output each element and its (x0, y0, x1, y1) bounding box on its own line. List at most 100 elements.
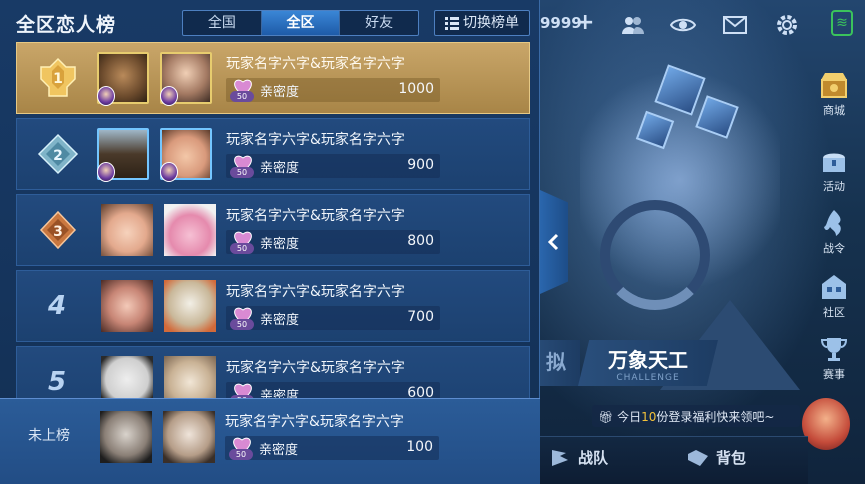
intimacy-bar: 50 亲密度 100 (225, 436, 439, 460)
mail-icon[interactable] (722, 12, 748, 38)
shop-icon (819, 70, 849, 100)
team-label: 战队 (578, 449, 609, 467)
gear-icon[interactable] (774, 12, 800, 38)
rank-number: 1 (53, 71, 63, 87)
login-reward-notice[interactable]: 🎁︎ 今日10份登录福利快来领吧~ (592, 405, 800, 427)
leaderboard-row-2[interactable]: 2 玩家名字六字&玩家名字六字 50 亲密度 900 (16, 118, 530, 190)
tab-region[interactable]: 全区 (261, 11, 341, 35)
sidebar-item-community[interactable]: 社区 (808, 272, 860, 328)
intimacy-value: 100 (406, 439, 433, 455)
team-flag-icon (552, 449, 568, 466)
sidebar-item-label: 社区 (823, 306, 845, 319)
avatar[interactable] (160, 52, 212, 106)
intimacy-label: 亲密度 (260, 237, 300, 252)
avatar-mini (97, 86, 115, 106)
avatar-mini (97, 162, 115, 182)
wifi-icon: ≋ (831, 10, 853, 36)
avatar[interactable] (100, 411, 152, 463)
intimacy-value: 900 (407, 157, 434, 173)
sidebar-item-label: 活动 (823, 180, 845, 193)
chevron-left-icon (547, 233, 559, 251)
rank-number: 3 (53, 224, 63, 240)
intimacy-label: 亲密度 (260, 161, 300, 176)
activity-chest-icon (819, 146, 849, 176)
rank-number: 5 (47, 367, 67, 397)
challenge-banner[interactable]: 万象天工 CHALLENGE (578, 340, 718, 386)
rank-number: 4 (47, 291, 67, 321)
switch-label: 切换榜单 (463, 15, 519, 31)
heart-level: 50 (230, 243, 254, 254)
couple-names: 玩家名字六字&玩家名字六字 (226, 56, 405, 72)
avatar[interactable] (101, 280, 153, 332)
sidebar-item-battle-pass[interactable]: 战令 (808, 208, 860, 264)
community-icon (819, 272, 849, 302)
my-rank-row[interactable]: 未上榜 玩家名字六字&玩家名字六字 50 亲密度 100 (0, 398, 540, 484)
bag-button[interactable]: 背包 (686, 447, 746, 468)
avatar[interactable] (101, 204, 153, 256)
collapse-panel-button[interactable] (540, 190, 568, 294)
event-banner-partial[interactable]: 拟 (540, 340, 580, 386)
notice-highlight: 10 (641, 410, 657, 424)
leaderboard-row-3[interactable]: 3 玩家名字六字&玩家名字六字 50 亲密度 800 (16, 194, 530, 266)
intimacy-bar: 50 亲密度 800 (226, 230, 440, 254)
leaderboard-row-4[interactable]: 4 玩家名字六字&玩家名字六字 50 亲密度 700 (16, 270, 530, 342)
eye-icon[interactable] (670, 12, 696, 38)
intimacy-label: 亲密度 (260, 85, 300, 100)
battle-pass-icon (819, 208, 849, 238)
couple-names: 玩家名字六字&玩家名字六字 (226, 208, 405, 224)
avatar-mini (160, 162, 178, 182)
bag-label: 背包 (716, 449, 747, 467)
not-ranked-label: 未上榜 (28, 428, 70, 444)
friends-icon[interactable] (620, 12, 646, 38)
sidebar-item-activity[interactable]: 活动 (808, 146, 860, 202)
banner-title: 万象天工 (608, 348, 688, 372)
notice-prefix: 今日 (617, 410, 642, 424)
couple-names: 玩家名字六字&玩家名字六字 (226, 284, 405, 300)
heart-level: 50 (230, 91, 254, 102)
sidebar-item-events[interactable]: 赛事 (808, 334, 860, 390)
sidebar-item-label: 赛事 (823, 368, 845, 381)
tab-friends[interactable]: 好友 (340, 11, 418, 35)
avatar[interactable] (164, 204, 216, 256)
add-currency-button[interactable]: + (576, 10, 594, 35)
trophy-icon (819, 334, 849, 364)
avatar[interactable] (163, 411, 215, 463)
avatar[interactable] (97, 52, 149, 106)
switch-leaderboard-button[interactable]: 切换榜单 (434, 10, 530, 36)
bottom-bar: 战队 背包 (540, 436, 808, 484)
heart-level: 50 (230, 167, 254, 178)
top-status-bar: 9999 + ≋ (540, 0, 865, 50)
tab-national[interactable]: 全国 (183, 11, 262, 35)
bronze-rank-badge-icon: 3 (39, 210, 77, 250)
hero-avatar[interactable] (802, 398, 850, 450)
banner-subtitle: CHALLENGE (616, 373, 680, 383)
sidebar-item-label: 战令 (823, 242, 845, 255)
list-icon (445, 17, 459, 30)
intimacy-label: 亲密度 (259, 443, 299, 458)
avatar[interactable] (160, 128, 212, 182)
leaderboard-panel: 全区恋人榜 全国 全区 好友 切换榜单 1 玩家名字六字&玩家名字六字 50 亲… (0, 0, 540, 484)
bag-icon (688, 449, 708, 466)
avatar[interactable] (97, 128, 149, 182)
gift-icon: 🎁︎ (598, 410, 614, 424)
team-button[interactable]: 战队 (550, 447, 608, 468)
sidebar-item-label: 商城 (823, 104, 845, 117)
intimacy-bar: 50 亲密度 1000 (226, 78, 440, 102)
page-title: 全区恋人榜 (16, 14, 117, 36)
silver-rank-badge-icon: 2 (37, 133, 79, 175)
intimacy-value: 700 (407, 309, 434, 325)
sidebar-item-shop[interactable]: 商城 (808, 70, 860, 126)
region-tabs: 全国 全区 好友 (182, 10, 419, 36)
intimacy-value: 1000 (398, 81, 434, 97)
notice-suffix: 份登录福利快来领吧~ (656, 410, 775, 424)
intimacy-bar: 50 亲密度 900 (226, 154, 440, 178)
avatar[interactable] (164, 280, 216, 332)
gold-rank-badge-icon: 1 (40, 57, 76, 97)
avatar-mini (160, 86, 178, 106)
leaderboard-row-1[interactable]: 1 玩家名字六字&玩家名字六字 50 亲密度 1000 (16, 42, 530, 114)
rank-number: 2 (53, 148, 63, 164)
hero-ring (600, 200, 710, 310)
couple-names: 玩家名字六字&玩家名字六字 (226, 360, 405, 376)
intimacy-label: 亲密度 (260, 313, 300, 328)
intimacy-value: 800 (407, 233, 434, 249)
